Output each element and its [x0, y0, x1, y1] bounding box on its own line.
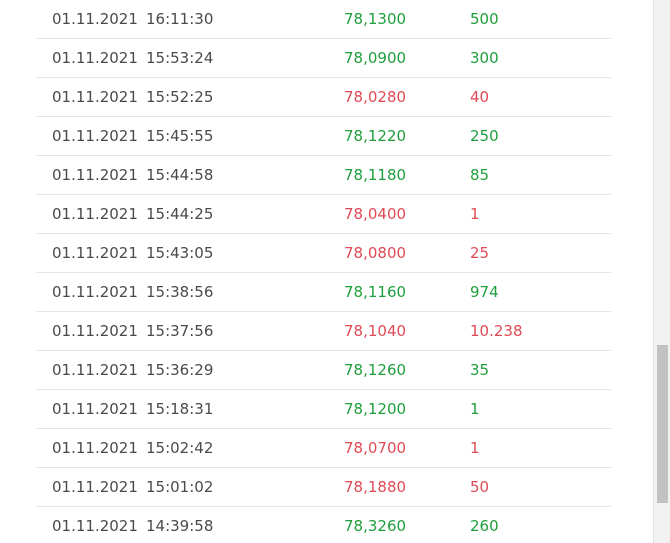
trade-volume: 85 — [470, 166, 490, 184]
trade-volume: 500 — [470, 10, 499, 28]
table-row: 01.11.2021 15:53:24 78,0900 300 — [36, 39, 611, 78]
trade-time: 15:44:58 — [146, 166, 214, 184]
trade-price: 78,1160 — [344, 283, 407, 301]
trades-viewport: 01.11.2021 16:11:30 78,1300 500 01.11.2021 15… — [0, 0, 670, 543]
trade-volume: 50 — [470, 478, 490, 496]
trade-volume: 1 — [470, 439, 480, 457]
trade-price: 78,1040 — [344, 322, 407, 340]
trade-volume: 25 — [470, 244, 490, 262]
table-row: 01.11.2021 15:44:25 78,0400 1 — [36, 195, 611, 234]
trade-price: 78,0900 — [344, 49, 407, 67]
trade-price: 78,1260 — [344, 361, 407, 379]
table-row: 01.11.2021 16:11:30 78,1300 500 — [36, 0, 611, 39]
trade-date: 01.11.2021 — [52, 439, 138, 457]
trade-volume: 40 — [470, 88, 490, 106]
trade-price: 78,0800 — [344, 244, 407, 262]
trade-date: 01.11.2021 — [52, 322, 138, 340]
trade-volume: 250 — [470, 127, 499, 145]
trade-price: 78,1180 — [344, 166, 407, 184]
table-row: 01.11.2021 15:45:55 78,1220 250 — [36, 117, 611, 156]
trade-time: 15:01:02 — [146, 478, 214, 496]
table-row: 01.11.2021 15:43:05 78,0800 25 — [36, 234, 611, 273]
trade-price: 78,3260 — [344, 517, 407, 535]
table-row: 01.11.2021 15:37:56 78,1040 10.238 — [36, 312, 611, 351]
trade-volume: 1 — [470, 400, 480, 418]
scrollbar-thumb[interactable] — [657, 345, 668, 503]
trade-time: 15:38:56 — [146, 283, 214, 301]
trade-price: 78,1220 — [344, 127, 407, 145]
trade-volume: 1 — [470, 205, 480, 223]
trade-time: 15:18:31 — [146, 400, 214, 418]
table-row: 01.11.2021 15:02:42 78,0700 1 — [36, 429, 611, 468]
trade-time: 15:02:42 — [146, 439, 214, 457]
trade-time: 15:53:24 — [146, 49, 214, 67]
trade-time: 15:44:25 — [146, 205, 214, 223]
table-row: 01.11.2021 15:52:25 78,0280 40 — [36, 78, 611, 117]
trade-volume: 300 — [470, 49, 499, 67]
trade-time: 15:45:55 — [146, 127, 214, 145]
trade-volume: 10.238 — [470, 322, 523, 340]
trade-price: 78,1200 — [344, 400, 407, 418]
trade-date: 01.11.2021 — [52, 166, 138, 184]
trade-price: 78,0700 — [344, 439, 407, 457]
trade-time: 15:43:05 — [146, 244, 214, 262]
vertical-scrollbar[interactable] — [653, 0, 670, 543]
trade-date: 01.11.2021 — [52, 127, 138, 145]
trade-time: 15:36:29 — [146, 361, 214, 379]
trade-date: 01.11.2021 — [52, 361, 138, 379]
table-row: 01.11.2021 15:36:29 78,1260 35 — [36, 351, 611, 390]
trade-price: 78,1300 — [344, 10, 407, 28]
trade-time: 16:11:30 — [146, 10, 214, 28]
trades-table: 01.11.2021 16:11:30 78,1300 500 01.11.2021 15… — [36, 0, 611, 543]
trade-date: 01.11.2021 — [52, 400, 138, 418]
trade-price: 78,1880 — [344, 478, 407, 496]
trade-date: 01.11.2021 — [52, 517, 138, 535]
trade-volume: 260 — [470, 517, 499, 535]
trade-date: 01.11.2021 — [52, 49, 138, 67]
trade-date: 01.11.2021 — [52, 283, 138, 301]
table-row: 01.11.2021 15:44:58 78,1180 85 — [36, 156, 611, 195]
trade-date: 01.11.2021 — [52, 478, 138, 496]
table-row: 01.11.2021 15:01:02 78,1880 50 — [36, 468, 611, 507]
trade-date: 01.11.2021 — [52, 10, 138, 28]
trade-date: 01.11.2021 — [52, 205, 138, 223]
trade-price: 78,0400 — [344, 205, 407, 223]
trade-time: 15:37:56 — [146, 322, 214, 340]
table-row: 01.11.2021 15:18:31 78,1200 1 — [36, 390, 611, 429]
table-row: 01.11.2021 15:38:56 78,1160 974 — [36, 273, 611, 312]
trade-time: 15:52:25 — [146, 88, 214, 106]
trade-time: 14:39:58 — [146, 517, 214, 535]
trade-price: 78,0280 — [344, 88, 407, 106]
table-row: 01.11.2021 14:39:58 78,3260 260 — [36, 507, 611, 543]
trade-volume: 35 — [470, 361, 490, 379]
trade-volume: 974 — [470, 283, 499, 301]
trade-date: 01.11.2021 — [52, 244, 138, 262]
trade-date: 01.11.2021 — [52, 88, 138, 106]
